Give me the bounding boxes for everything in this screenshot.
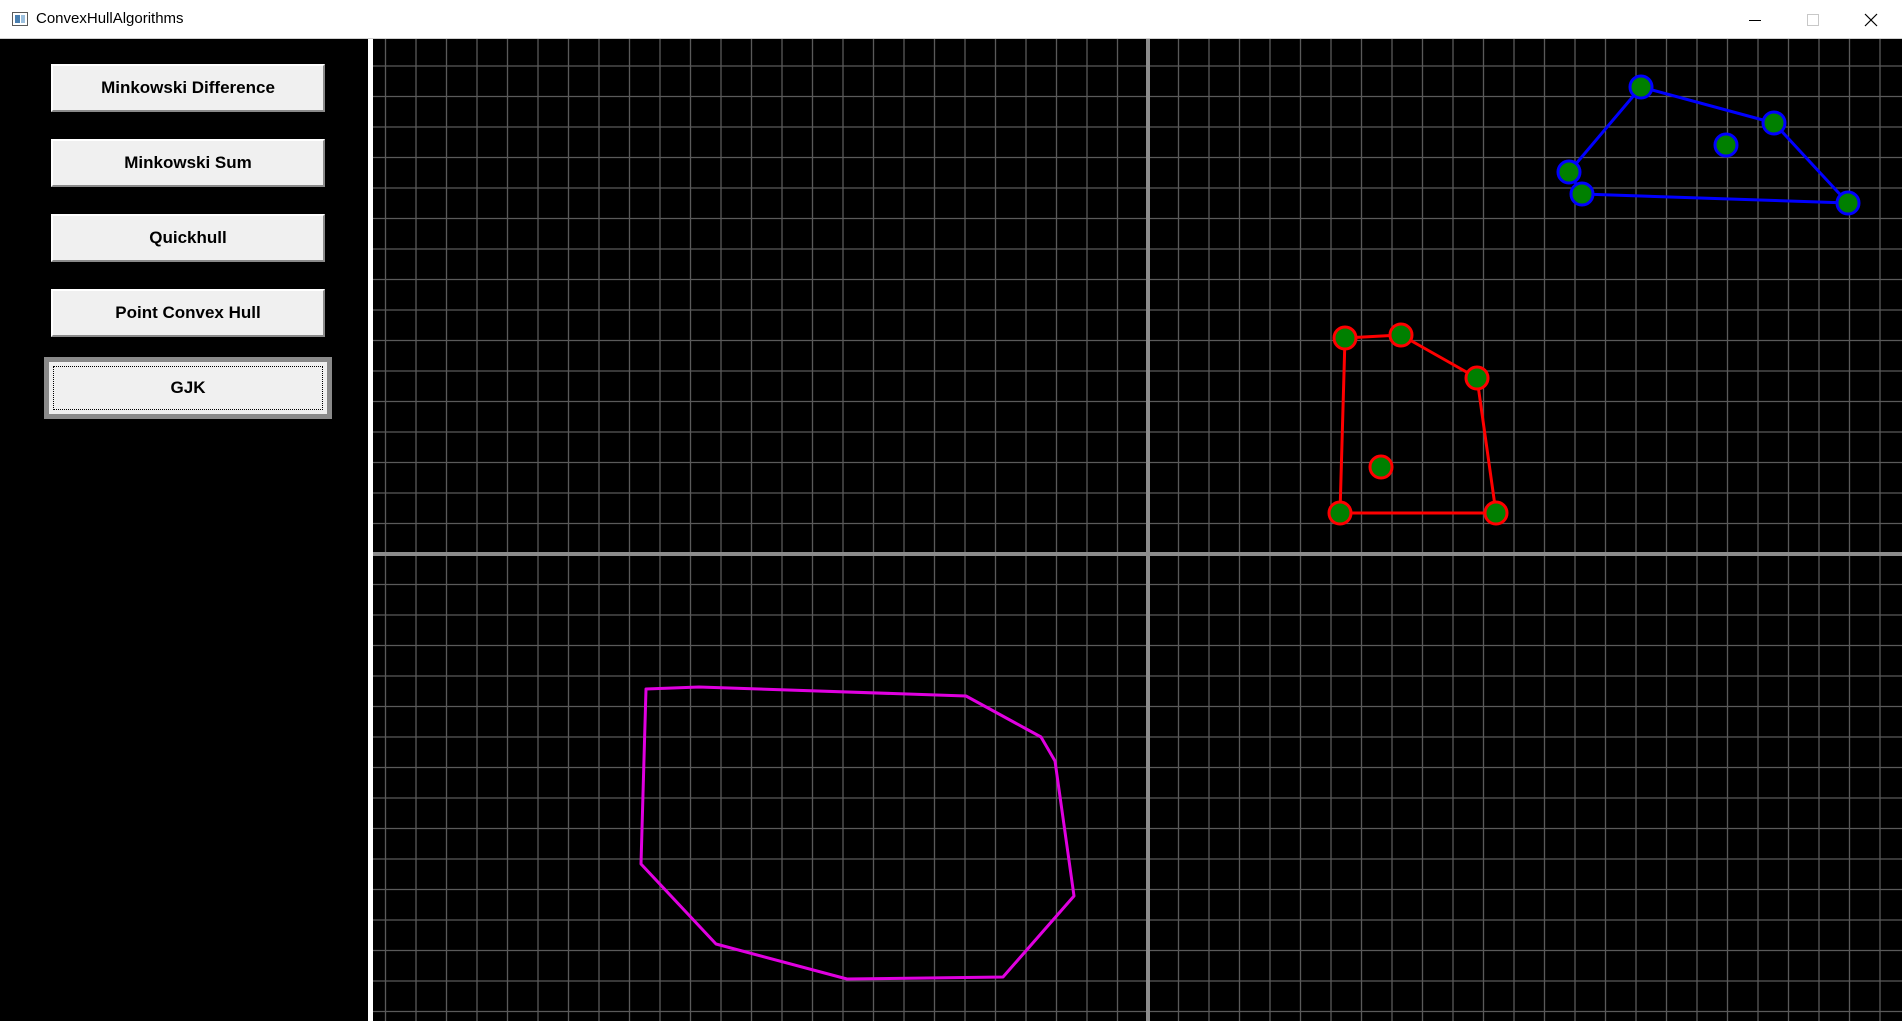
blue-point: [1556, 159, 1582, 185]
gjk-button[interactable]: GJK: [44, 357, 332, 419]
quickhull-button[interactable]: Quickhull: [51, 214, 325, 262]
minkowski-difference-button[interactable]: Minkowski Difference: [51, 64, 325, 112]
sidebar: Minkowski Difference Minkowski Sum Quick…: [0, 39, 373, 1021]
red-hull: [1327, 322, 1509, 526]
blue-point: [1569, 181, 1595, 207]
minimize-icon: [1749, 19, 1761, 21]
red-hull-outline: [1338, 333, 1498, 515]
magenta-hull-outline: [639, 685, 1076, 981]
grid-lines: [373, 39, 1902, 1021]
close-icon: [1864, 13, 1878, 26]
axes: [373, 39, 1902, 1021]
maximize-button[interactable]: [1784, 0, 1842, 39]
drawing-canvas[interactable]: [373, 39, 1902, 1021]
canvas-svg[interactable]: [373, 39, 1902, 1021]
magenta-hull: [639, 685, 1076, 981]
window-title: ConvexHullAlgorithms: [36, 10, 184, 27]
blue-interior-point: [1713, 132, 1739, 158]
red-point: [1483, 500, 1509, 526]
gjk-button-label: GJK: [53, 366, 323, 410]
minimize-button[interactable]: [1726, 0, 1784, 39]
blue-point: [1628, 74, 1654, 100]
close-button[interactable]: [1842, 0, 1900, 39]
title-bar[interactable]: ConvexHullAlgorithms: [0, 0, 1902, 39]
blue-hull-outline: [1567, 85, 1850, 205]
red-point: [1327, 500, 1353, 526]
red-point: [1388, 322, 1414, 348]
blue-point: [1835, 190, 1861, 216]
maximize-icon: [1807, 13, 1819, 26]
red-interior-point: [1368, 454, 1394, 480]
app-window-icon: [12, 12, 28, 26]
red-point: [1464, 365, 1490, 391]
app-window: ConvexHullAlgorithms Minkowski Differenc…: [0, 0, 1902, 1021]
minkowski-sum-button[interactable]: Minkowski Sum: [51, 139, 325, 187]
point-convex-hull-button[interactable]: Point Convex Hull: [51, 289, 325, 337]
red-point: [1332, 325, 1358, 351]
blue-point: [1761, 110, 1787, 136]
